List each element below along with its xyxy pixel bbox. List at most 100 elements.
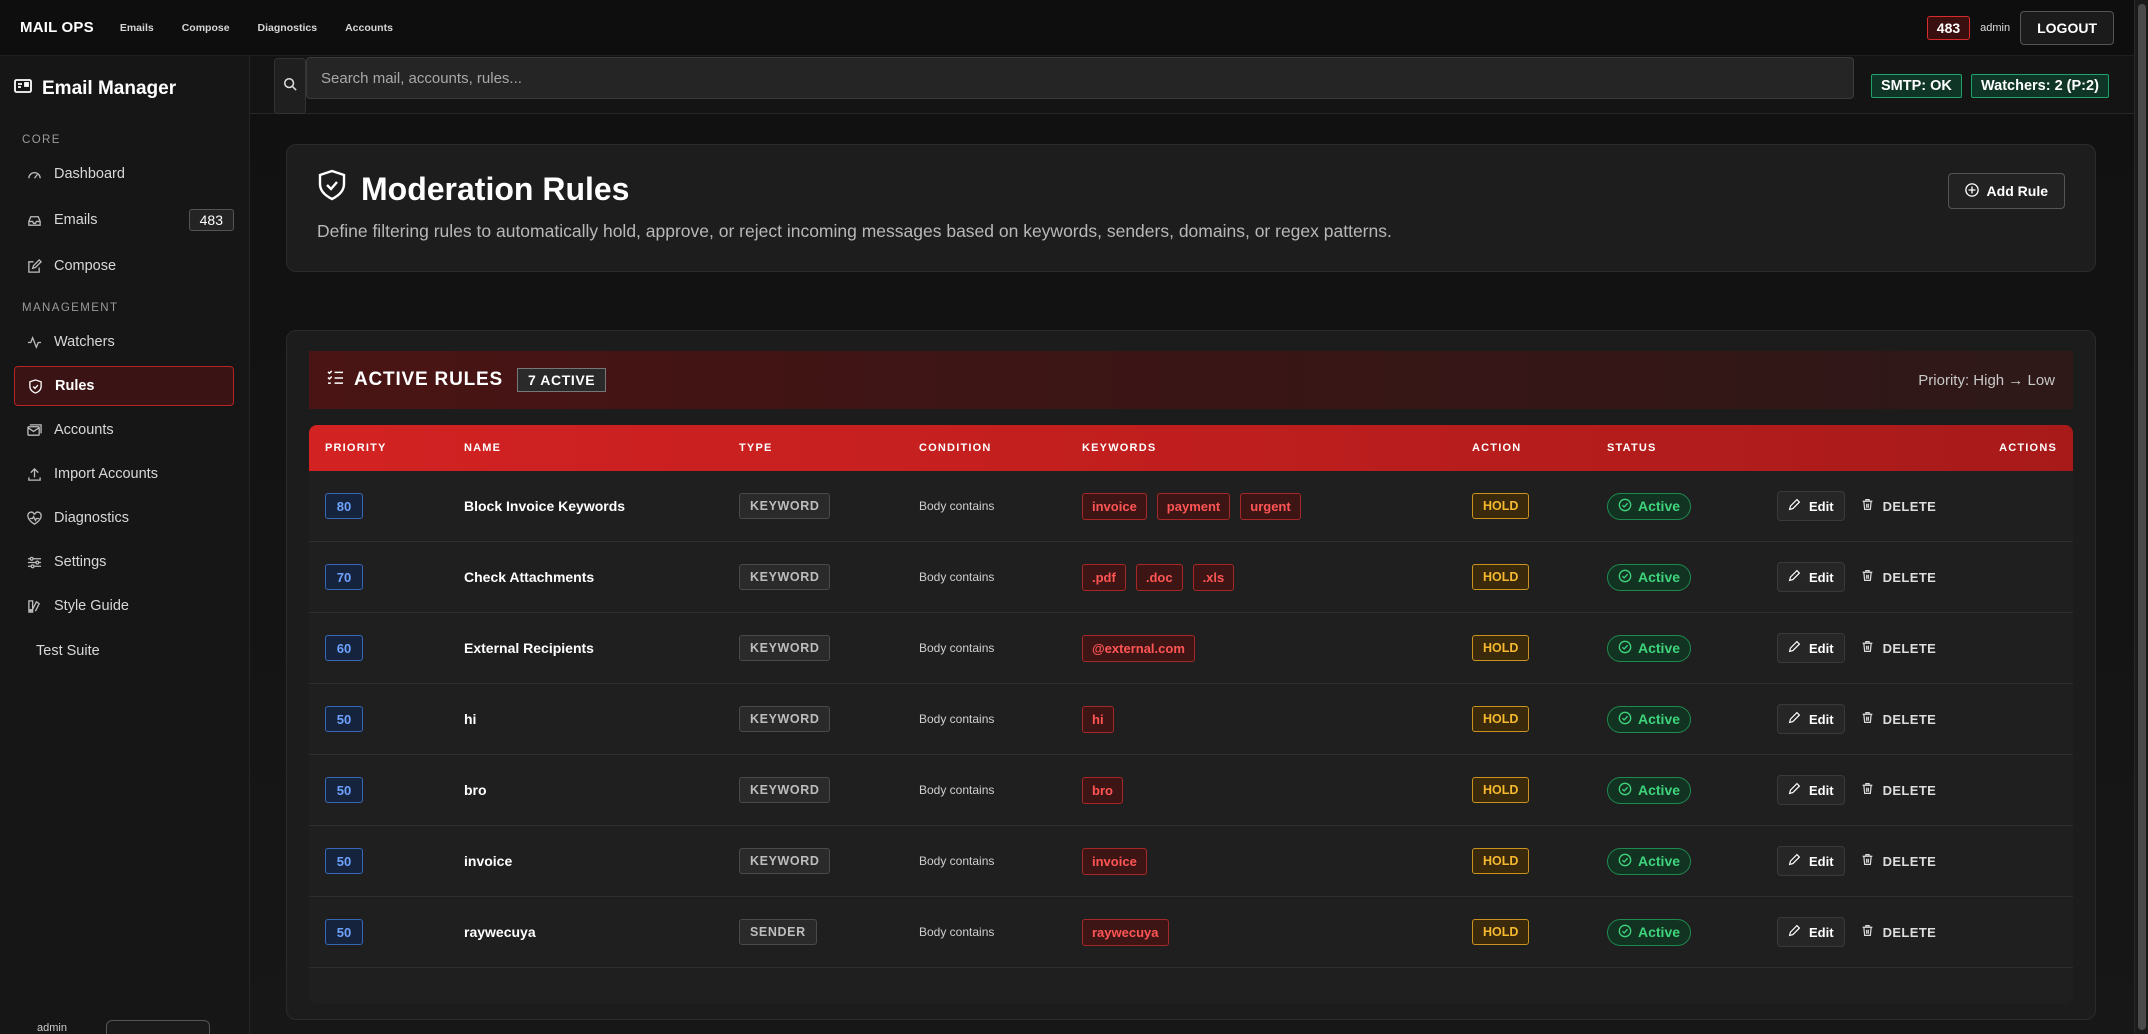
rule-name: External Recipients bbox=[464, 640, 594, 656]
edit-label: Edit bbox=[1809, 711, 1834, 727]
keyword-chip: payment bbox=[1156, 492, 1231, 520]
pencil-icon bbox=[1788, 782, 1801, 798]
priority-badge: 50 bbox=[325, 777, 363, 803]
status-badge[interactable]: Active bbox=[1607, 492, 1692, 520]
page-header-card: Moderation Rules Define filtering rules … bbox=[286, 144, 2096, 272]
type-cell: KEYWORD bbox=[739, 684, 831, 754]
smtp-status-badge: SMTP: OK bbox=[1871, 74, 1962, 98]
keyword-chip: .xls bbox=[1192, 563, 1235, 591]
status-cell: Active bbox=[1607, 755, 1692, 825]
status-label: Active bbox=[1638, 853, 1681, 869]
sidebar-title[interactable]: Email Manager bbox=[14, 78, 176, 100]
status-badge[interactable]: Active bbox=[1607, 705, 1692, 733]
watchers-status-badge[interactable]: Watchers: 2 (P:2) bbox=[1971, 74, 2109, 98]
scrollbar-thumb[interactable] bbox=[2138, 4, 2146, 1030]
sidebar-item-label: Compose bbox=[54, 258, 117, 274]
edit-label: Edit bbox=[1809, 924, 1834, 940]
status-badge[interactable]: Active bbox=[1607, 918, 1692, 946]
column-header-keywords[interactable]: KEYWORDS bbox=[1082, 425, 1156, 471]
priority-hint: Priority: High → Low bbox=[1918, 371, 2055, 389]
sidebar-footer-button[interactable] bbox=[106, 1020, 210, 1034]
nav-link-accounts[interactable]: Accounts bbox=[345, 22, 393, 34]
action-cell: HOLD bbox=[1472, 755, 1530, 825]
actions-cell: Edit DELETE bbox=[1777, 613, 1944, 683]
delete-rule-button[interactable]: DELETE bbox=[1853, 918, 1945, 946]
name-cell: Block Invoice Keywords bbox=[464, 471, 625, 541]
column-header-type[interactable]: TYPE bbox=[739, 425, 773, 471]
delete-rule-button[interactable]: DELETE bbox=[1853, 634, 1945, 662]
condition-cell: Body contains bbox=[919, 613, 994, 683]
column-header-actions: ACTIONS bbox=[1999, 442, 2057, 454]
edit-label: Edit bbox=[1809, 569, 1834, 585]
check-circle-icon bbox=[1618, 711, 1632, 728]
delete-rule-button[interactable]: DELETE bbox=[1853, 492, 1945, 520]
nav-link-emails[interactable]: Emails bbox=[120, 22, 154, 34]
rules-card: ACTIVE RULES 7 ACTIVE Priority: High → L… bbox=[286, 330, 2096, 1020]
sidebar-item-emails[interactable]: Emails 483 bbox=[14, 200, 234, 240]
add-rule-label: Add Rule bbox=[1986, 183, 2048, 199]
type-cell: KEYWORD bbox=[739, 826, 831, 896]
status-cell: Active bbox=[1607, 684, 1692, 754]
type-cell: KEYWORD bbox=[739, 613, 831, 683]
delete-rule-button[interactable]: DELETE bbox=[1853, 705, 1945, 733]
edit-rule-button[interactable]: Edit bbox=[1777, 633, 1845, 663]
delete-rule-button[interactable]: DELETE bbox=[1853, 563, 1945, 591]
edit-rule-button[interactable]: Edit bbox=[1777, 562, 1845, 592]
search-button[interactable] bbox=[274, 58, 306, 114]
search-input[interactable] bbox=[306, 57, 1854, 99]
status-badge[interactable]: Active bbox=[1607, 847, 1692, 875]
sidebar-item-rules[interactable]: Rules bbox=[14, 366, 234, 406]
sidebar-item-diagnostics[interactable]: Diagnostics bbox=[14, 498, 234, 538]
rule-name: Check Attachments bbox=[464, 569, 595, 585]
rule-action-badge: HOLD bbox=[1472, 564, 1530, 590]
condition-cell: Body contains bbox=[919, 897, 994, 967]
table-row: 50 invoice KEYWORD Body contains invoice… bbox=[309, 826, 2073, 897]
sidebar-item-label: Settings bbox=[54, 554, 107, 570]
sidebar-item-compose[interactable]: Compose bbox=[14, 246, 234, 286]
sidebar-item-settings[interactable]: Settings bbox=[14, 542, 234, 582]
pencil-icon bbox=[1788, 498, 1801, 514]
priority-cell: 50 bbox=[325, 826, 363, 896]
status-badge[interactable]: Active bbox=[1607, 563, 1692, 591]
rule-action-badge: HOLD bbox=[1472, 919, 1530, 945]
edit-rule-button[interactable]: Edit bbox=[1777, 917, 1845, 947]
edit-label: Edit bbox=[1809, 853, 1834, 869]
name-cell: invoice bbox=[464, 826, 512, 896]
column-header-condition[interactable]: CONDITION bbox=[919, 425, 992, 471]
sidebar-item-dashboard[interactable]: Dashboard bbox=[14, 154, 234, 194]
edit-label: Edit bbox=[1809, 782, 1834, 798]
brand-logo[interactable]: MAIL OPS bbox=[20, 19, 94, 36]
status-badge[interactable]: Active bbox=[1607, 776, 1692, 804]
edit-rule-button[interactable]: Edit bbox=[1777, 846, 1845, 876]
inbox-icon bbox=[26, 212, 42, 228]
keyword-chip: raywecuya bbox=[1082, 918, 1169, 946]
logout-button[interactable]: LOGOUT bbox=[2020, 10, 2114, 45]
sidebar-item-import-accounts[interactable]: Import Accounts bbox=[14, 454, 234, 494]
column-header-name[interactable]: NAME bbox=[464, 425, 501, 471]
delete-rule-button[interactable]: DELETE bbox=[1853, 776, 1945, 804]
edit-rule-button[interactable]: Edit bbox=[1777, 775, 1845, 805]
nav-link-diagnostics[interactable]: Diagnostics bbox=[258, 22, 318, 34]
page-scrollbar[interactable] bbox=[2134, 0, 2148, 1034]
shield-icon bbox=[27, 378, 43, 394]
status-badge[interactable]: Active bbox=[1607, 634, 1692, 662]
column-header-action[interactable]: ACTION bbox=[1472, 425, 1521, 471]
pencil-icon bbox=[1788, 711, 1801, 727]
edit-rule-button[interactable]: Edit bbox=[1777, 491, 1845, 521]
email-count-badge[interactable]: 483 bbox=[1926, 15, 1971, 40]
action-cell: HOLD bbox=[1472, 897, 1530, 967]
sidebar-item-test-suite[interactable]: Test Suite bbox=[14, 631, 234, 671]
table-row: 70 Check Attachments KEYWORD Body contai… bbox=[309, 542, 2073, 613]
nav-link-compose[interactable]: Compose bbox=[182, 22, 230, 34]
edit-rule-button[interactable]: Edit bbox=[1777, 704, 1845, 734]
delete-rule-button[interactable]: DELETE bbox=[1853, 847, 1945, 875]
sidebar-item-accounts[interactable]: Accounts bbox=[14, 410, 234, 450]
sidebar-item-style-guide[interactable]: Style Guide bbox=[14, 586, 234, 626]
actions-cell: Edit DELETE bbox=[1777, 684, 1944, 754]
add-rule-button[interactable]: Add Rule bbox=[1947, 173, 2065, 209]
trash-icon bbox=[1861, 711, 1874, 727]
sidebar-item-watchers[interactable]: Watchers bbox=[14, 322, 234, 362]
column-header-priority[interactable]: PRIORITY bbox=[325, 425, 387, 471]
priority-cell: 80 bbox=[325, 471, 363, 541]
column-header-status[interactable]: STATUS bbox=[1607, 425, 1657, 471]
